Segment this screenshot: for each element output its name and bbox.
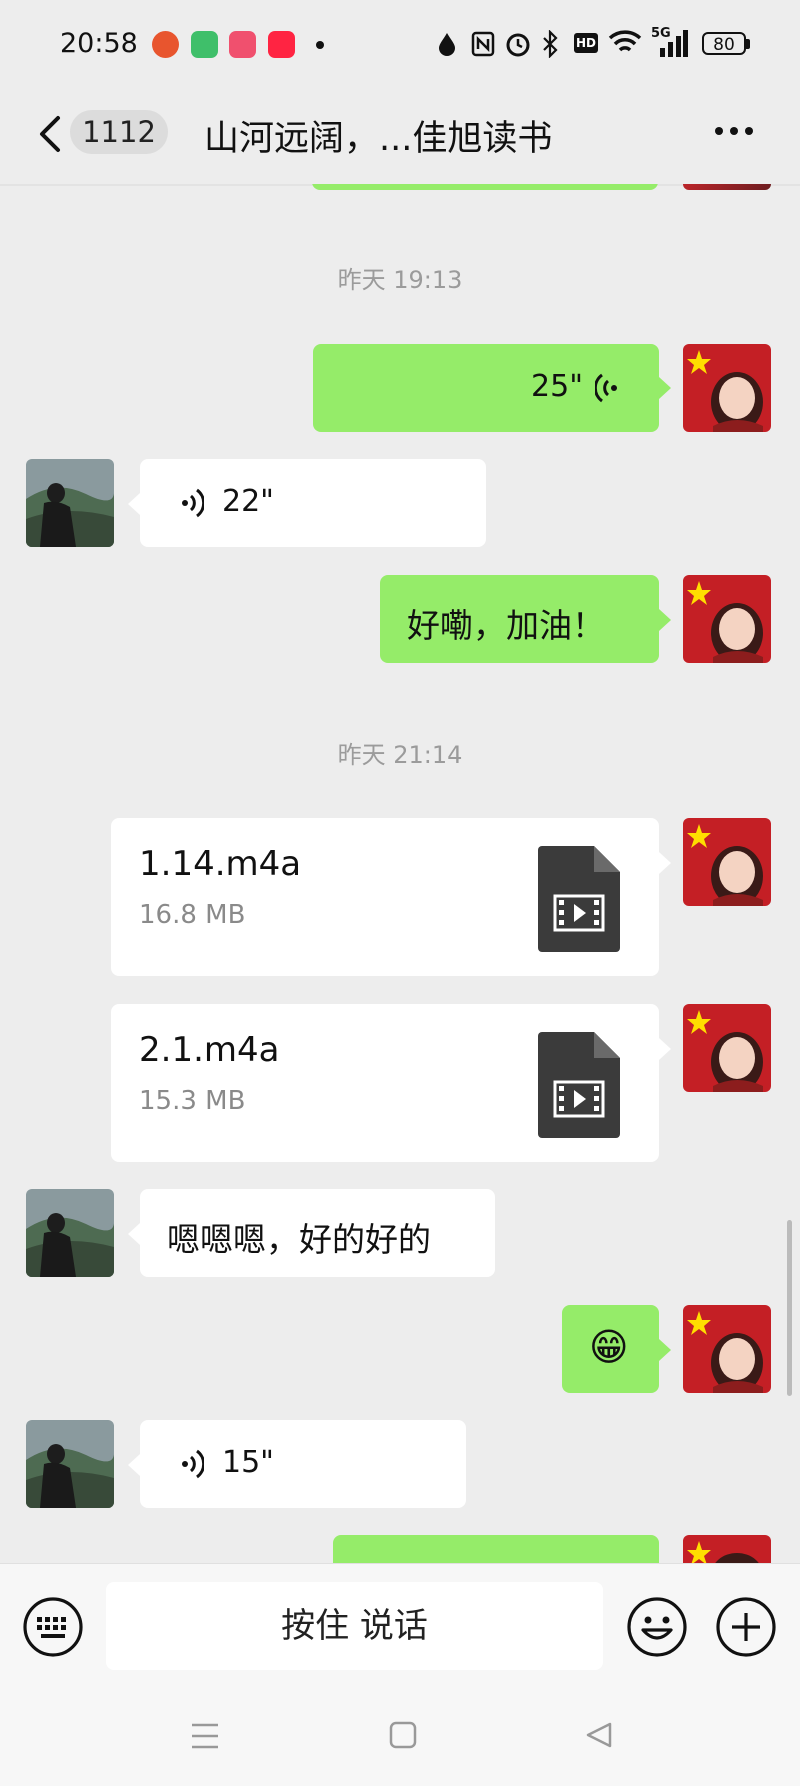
back-arrow-icon[interactable] bbox=[34, 114, 64, 154]
voice-wave-icon bbox=[182, 1449, 204, 1479]
unread-count-badge[interactable]: 1112 bbox=[70, 110, 168, 154]
bubble-tail bbox=[659, 377, 671, 399]
message-timestamp: 昨天 19:13 bbox=[337, 266, 463, 294]
bubble-tail bbox=[659, 1038, 671, 1060]
avatar-image bbox=[26, 459, 114, 547]
contact-avatar[interactable] bbox=[26, 1189, 114, 1277]
voice-duration: 22" bbox=[222, 484, 274, 519]
file-name: 1.14.m4a bbox=[139, 844, 302, 884]
bluetooth-icon bbox=[543, 30, 558, 58]
voice-message-sent[interactable]: 25" bbox=[313, 344, 659, 432]
bubble-tail bbox=[128, 493, 140, 515]
home-icon[interactable] bbox=[389, 1721, 417, 1749]
voice-duration: 25" bbox=[531, 369, 583, 404]
avatar-image bbox=[26, 1189, 114, 1277]
voice-wave-icon bbox=[595, 373, 617, 403]
more-options-icon[interactable] bbox=[712, 116, 756, 146]
avatar-image bbox=[683, 1004, 771, 1092]
data-saver-icon bbox=[439, 33, 455, 56]
avatar-image bbox=[683, 575, 771, 663]
file-message-sent[interactable]: 2.1.m4a 15.3 MB bbox=[111, 1004, 659, 1162]
back-nav-icon[interactable] bbox=[584, 1721, 614, 1749]
my-avatar[interactable] bbox=[683, 818, 771, 906]
message-timestamp: 昨天 21:14 bbox=[337, 741, 463, 769]
app-notification-icon bbox=[191, 31, 218, 58]
alarm-icon bbox=[506, 33, 530, 57]
hd-icon: HD bbox=[574, 33, 598, 53]
file-name: 2.1.m4a bbox=[139, 1030, 280, 1070]
status-bar: 20:58 HD 5G 80 bbox=[0, 0, 800, 92]
avatar-image bbox=[683, 344, 771, 432]
app-notification-icon bbox=[229, 31, 256, 58]
battery-icon: 80 bbox=[702, 32, 746, 55]
my-avatar[interactable] bbox=[683, 1305, 771, 1393]
keyboard-toggle-icon[interactable] bbox=[22, 1596, 84, 1658]
nfc-icon bbox=[471, 31, 495, 57]
text-message-sent[interactable]: 好嘞，加油！ bbox=[380, 575, 659, 663]
my-avatar[interactable] bbox=[683, 575, 771, 663]
my-avatar[interactable] bbox=[683, 344, 771, 432]
bubble-tail bbox=[659, 852, 671, 874]
chat-title: 山河远阔，...佳旭读书 bbox=[204, 119, 553, 159]
voice-wave-icon bbox=[182, 488, 204, 518]
emoji-grin: 😁 bbox=[589, 1325, 629, 1369]
file-size: 15.3 MB bbox=[139, 1086, 246, 1116]
recent-apps-icon[interactable] bbox=[190, 1722, 220, 1750]
emoji-icon[interactable] bbox=[626, 1596, 688, 1658]
app-notification-icon bbox=[268, 31, 295, 58]
app-notification-icon bbox=[152, 31, 179, 58]
battery-tip bbox=[746, 39, 750, 49]
contact-avatar[interactable] bbox=[26, 1420, 114, 1508]
bubble-tail bbox=[128, 1454, 140, 1476]
voice-duration: 15" bbox=[222, 1445, 274, 1480]
bubble-tail bbox=[659, 609, 671, 631]
message-text: 好嘞，加油！ bbox=[407, 606, 605, 645]
bubble-tail bbox=[659, 1339, 671, 1361]
wifi-icon bbox=[608, 30, 642, 52]
avatar-image bbox=[26, 1420, 114, 1508]
file-message-sent[interactable]: 1.14.m4a 16.8 MB bbox=[111, 818, 659, 976]
contact-avatar[interactable] bbox=[26, 459, 114, 547]
hold-to-talk-button[interactable]: 按住 说话 bbox=[106, 1582, 603, 1670]
file-size: 16.8 MB bbox=[139, 900, 246, 930]
message-text: 嗯嗯嗯，好的好的 bbox=[167, 1220, 431, 1259]
plus-more-icon[interactable] bbox=[715, 1596, 777, 1658]
video-file-icon bbox=[538, 1032, 620, 1138]
voice-message-received[interactable]: 22" bbox=[140, 459, 486, 547]
avatar-image bbox=[683, 818, 771, 906]
more-notifications-dot bbox=[316, 41, 324, 49]
chat-scrollbar[interactable] bbox=[787, 1220, 792, 1396]
text-message-received[interactable]: 嗯嗯嗯，好的好的 bbox=[140, 1189, 495, 1277]
signal-icon bbox=[660, 30, 688, 57]
my-avatar[interactable] bbox=[683, 1004, 771, 1092]
avatar-image bbox=[683, 1305, 771, 1393]
emoji-message-sent[interactable]: 😁 bbox=[562, 1305, 659, 1393]
status-time: 20:58 bbox=[60, 28, 138, 59]
bubble-tail bbox=[128, 1223, 140, 1245]
voice-message-received[interactable]: 15" bbox=[140, 1420, 466, 1508]
video-file-icon bbox=[538, 846, 620, 952]
